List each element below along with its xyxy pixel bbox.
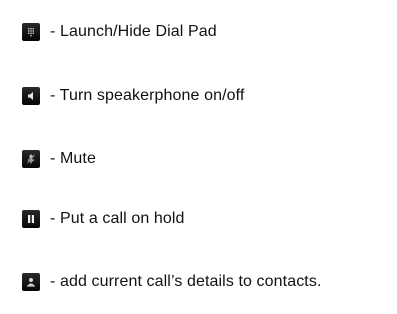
dialpad-icon <box>22 23 40 41</box>
hold-icon <box>22 210 40 228</box>
legend-text-dialpad: - Launch/Hide Dial Pad <box>50 23 217 40</box>
legend-item-mute: - Mute <box>22 147 96 171</box>
legend-text-hold: - Put a call on hold <box>50 210 185 227</box>
legend-item-speaker: - Turn speakerphone on/off <box>22 84 244 108</box>
legend-item-dialpad: - Launch/Hide Dial Pad <box>22 20 217 44</box>
add-contact-icon <box>22 273 40 291</box>
legend-text-speaker: - Turn speakerphone on/off <box>50 87 245 104</box>
legend-text-add-contact: - add current call’s details to contacts… <box>50 273 322 290</box>
legend-item-add-contact: - add current call’s details to contacts… <box>22 270 322 294</box>
legend-text-mute: - Mute <box>50 150 96 167</box>
legend-item-hold: - Put a call on hold <box>22 207 185 231</box>
mute-icon <box>22 150 40 168</box>
speaker-icon <box>22 87 40 105</box>
